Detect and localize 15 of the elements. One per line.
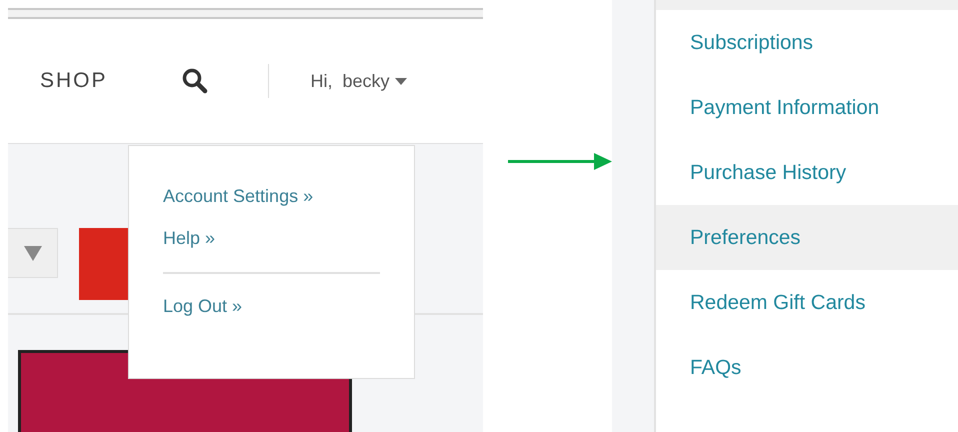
sidebar-item[interactable]: Preferences [656,205,958,270]
menu-link[interactable]: Account Settings » [163,186,314,207]
search-icon[interactable] [182,68,208,94]
sidebar-item[interactable]: Purchase History [656,140,958,205]
menu-link[interactable]: Help » [163,228,216,249]
sidebar-item[interactable]: Payment Information [656,75,958,140]
caret-icon [24,246,42,260]
sidebar-item[interactable]: Redeem Gift Cards [656,270,958,335]
sidebar-item[interactable]: Subscriptions [656,10,958,75]
caret-icon [394,78,407,84]
nav-link[interactable]: SHOP [40,69,108,93]
menu-link[interactable]: Log Out » [163,296,242,317]
user-menu-toggle[interactable]: Hi, becky [310,70,407,92]
dropdown-select[interactable] [8,228,58,278]
sidebar-item[interactable]: FAQs [656,335,958,400]
